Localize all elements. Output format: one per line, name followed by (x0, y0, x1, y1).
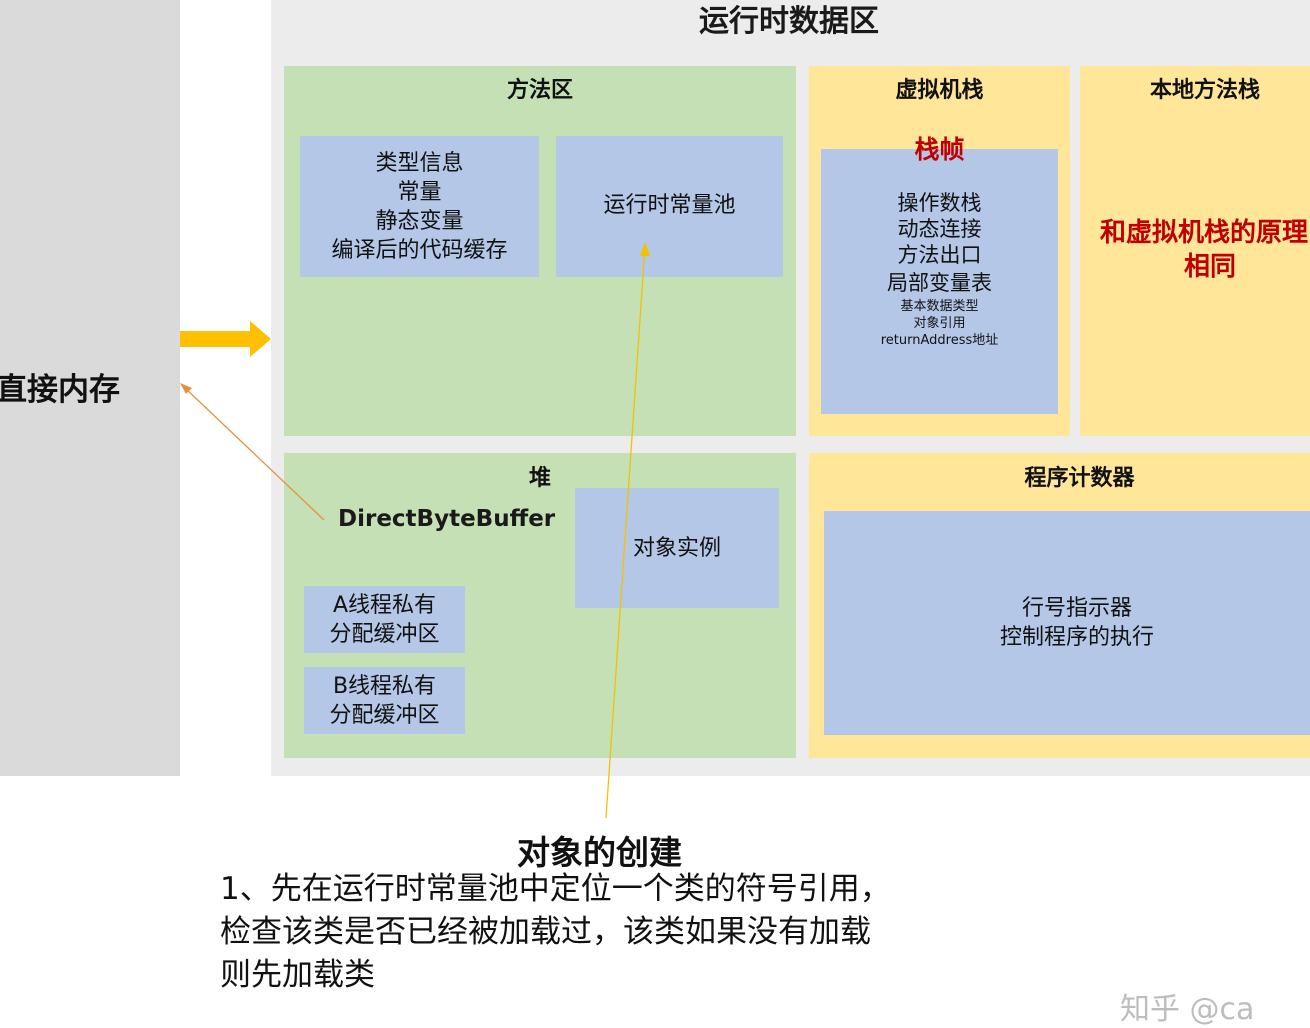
description-line: 检查该类是否已经被加载过，该类如果没有加载 (220, 914, 871, 950)
direct-byte-buffer-pointer (180, 383, 325, 521)
description-line: 则先加载类 (220, 957, 375, 993)
description-line: 1、先在运行时常量池中定位一个类的符号引用， (220, 871, 891, 907)
constant-pool-pointer (605, 242, 650, 819)
object-creation-description: 1、先在运行时常量池中定位一个类的符号引用， 检查该类是否已经被加载过，该类如果… (220, 868, 1010, 997)
yellow-arrow (180, 321, 271, 357)
watermark: 知乎 @ca (1120, 992, 1255, 1027)
object-creation-title: 对象的创建 (517, 833, 682, 872)
